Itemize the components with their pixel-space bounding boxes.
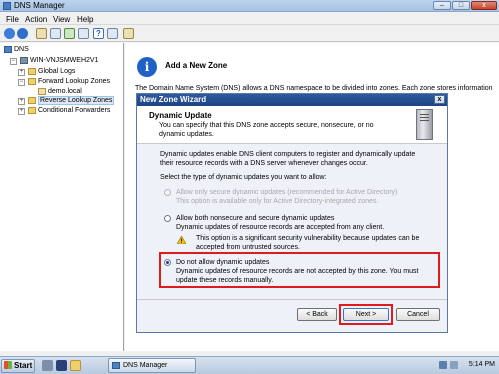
export-icon[interactable] <box>78 28 89 39</box>
wizard-prompt-text: Select the type of dynamic updates you w… <box>160 174 327 181</box>
refresh-icon[interactable] <box>64 28 75 39</box>
properties-icon[interactable] <box>107 28 118 39</box>
menu-help[interactable]: Help <box>77 15 93 24</box>
up-folder-icon[interactable] <box>36 28 47 39</box>
powershell-icon[interactable] <box>56 360 67 371</box>
window-controls: – □ x <box>433 1 497 10</box>
menu-bar: File Action View Help <box>0 13 499 25</box>
start-button[interactable]: Start <box>1 359 35 373</box>
server-icon <box>20 56 28 64</box>
forward-arrow-icon[interactable] <box>17 28 28 39</box>
clock[interactable]: 5:14 PM <box>469 361 495 368</box>
toolbar: ? <box>0 26 499 42</box>
expand-icon[interactable]: + <box>18 69 25 76</box>
folder-icon <box>28 67 36 75</box>
cancel-button[interactable]: Cancel <box>396 308 440 321</box>
back-arrow-icon[interactable] <box>4 28 15 39</box>
maximize-button[interactable]: □ <box>452 1 470 10</box>
info-icon: i <box>137 57 157 77</box>
back-button[interactable]: < Back <box>297 308 337 321</box>
server-manager-icon[interactable] <box>42 360 53 371</box>
wizard-titlebar[interactable]: New Zone Wizard x <box>137 94 447 106</box>
dns-app-icon <box>112 362 120 369</box>
tree-item-forward-lookup-zones[interactable]: Forward Lookup Zones <box>28 77 110 87</box>
speaker-icon[interactable] <box>450 361 458 369</box>
console-tree: DNS − WIN-VNJSMWEH2V1 + Global Logs − Fo… <box>0 43 124 351</box>
highlight-box-next <box>339 304 393 325</box>
wizard-close-button[interactable]: x <box>434 95 445 104</box>
windows-logo-icon <box>4 361 12 369</box>
taskbar: Start DNS Manager 5:14 PM <box>0 356 499 374</box>
folder-icon <box>28 106 36 114</box>
wizard-header: Dynamic Update You can specify that this… <box>137 106 447 144</box>
close-button[interactable]: x <box>471 1 497 10</box>
explorer-icon[interactable] <box>70 360 81 371</box>
wizard-divider <box>137 299 447 300</box>
network-icon[interactable] <box>439 361 447 369</box>
wizard-intro-text: Dynamic updates enable DNS client comput… <box>160 151 416 167</box>
window-title: DNS Manager <box>14 1 65 10</box>
system-tray: 5:14 PM <box>435 358 499 373</box>
dns-icon <box>4 45 12 53</box>
tree-item-dns[interactable]: DNS <box>4 45 29 55</box>
menu-action[interactable]: Action <box>25 15 47 24</box>
menu-file[interactable]: File <box>6 15 19 24</box>
wizard-title: New Zone Wizard <box>140 95 207 104</box>
taskbar-dns-manager-button[interactable]: DNS Manager <box>108 358 196 373</box>
wizard-header-subtitle: You can specify that this DNS zone accep… <box>159 122 374 138</box>
tree-item-global-logs[interactable]: Global Logs <box>28 67 75 77</box>
wizard-header-title: Dynamic Update <box>149 111 212 120</box>
warning-icon <box>177 236 186 244</box>
server-icon[interactable] <box>123 28 134 39</box>
option-secure-only-label: Allow only secure dynamic updates (recom… <box>176 189 398 196</box>
minimize-button[interactable]: – <box>433 1 451 10</box>
new-zone-wizard-dialog: New Zone Wizard x Dynamic Update You can… <box>136 93 448 333</box>
menu-view[interactable]: View <box>53 15 70 24</box>
help-icon[interactable]: ? <box>93 28 104 39</box>
collapse-icon[interactable]: − <box>18 79 25 86</box>
option-nonsecure-description: Dynamic updates of resource records are … <box>176 224 385 231</box>
option-nonsecure-warning: This option is a significant security vu… <box>196 235 420 251</box>
collapse-icon[interactable]: − <box>10 58 17 65</box>
start-label: Start <box>14 361 33 370</box>
wizard-body: Dynamic updates enable DNS client comput… <box>137 145 447 295</box>
expand-icon[interactable]: + <box>18 108 25 115</box>
radio-secure-only[interactable] <box>164 189 171 196</box>
zone-icon <box>38 87 46 95</box>
option-secure-only-description: This option is available only for Active… <box>176 198 379 205</box>
add-zone-description: The Domain Name System (DNS) allows a DN… <box>135 85 493 92</box>
dns-app-icon <box>3 2 11 10</box>
folder-icon <box>28 96 36 104</box>
server-tower-icon <box>416 109 433 140</box>
tree-item-reverse-lookup-zones[interactable]: Reverse Lookup Zones <box>28 96 115 106</box>
expand-icon[interactable]: + <box>18 98 25 105</box>
add-zone-heading: Add a New Zone <box>165 61 228 70</box>
option-nonsecure-label: Allow both nonsecure and secure dynamic … <box>176 215 335 222</box>
folder-icon <box>28 77 36 85</box>
tree-item-conditional-forwarders[interactable]: Conditional Forwarders <box>28 106 110 116</box>
highlight-box-option <box>159 252 440 288</box>
tree-item-server[interactable]: WIN-VNJSMWEH2V1 <box>20 56 98 66</box>
radio-nonsecure-and-secure[interactable] <box>164 215 171 222</box>
console-tree-icon[interactable] <box>50 28 61 39</box>
taskbar-dns-manager-label: DNS Manager <box>123 362 168 369</box>
window-titlebar[interactable]: DNS Manager – □ x <box>0 0 499 12</box>
